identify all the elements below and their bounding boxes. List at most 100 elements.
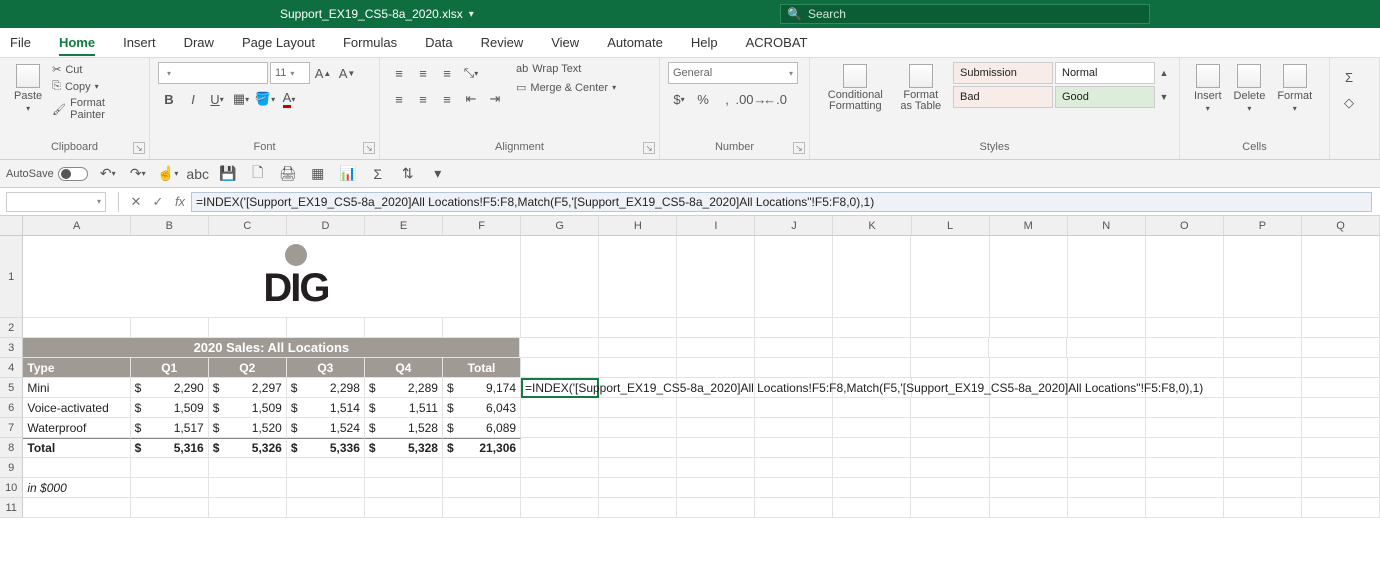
cell[interactable]: $1,514 [287, 398, 365, 418]
cell[interactable] [1302, 338, 1380, 358]
cell[interactable]: DIG [23, 236, 130, 318]
cell[interactable] [599, 438, 677, 458]
cell[interactable] [521, 498, 599, 518]
cell[interactable] [1146, 458, 1224, 478]
cell[interactable] [833, 236, 911, 318]
tab-insert[interactable]: Insert [123, 31, 156, 54]
cell[interactable] [990, 318, 1068, 338]
cell[interactable] [365, 458, 443, 478]
cell[interactable] [1302, 418, 1380, 438]
cell[interactable] [1302, 378, 1380, 398]
bold-icon[interactable]: B [158, 88, 180, 110]
spelling-icon[interactable]: abc [188, 164, 208, 184]
align-top-icon[interactable]: ≡ [388, 62, 410, 84]
worksheet-grid[interactable]: A B C D E F G H I J K L M N O P Q 1 DIG [0, 216, 1380, 563]
increase-indent-icon[interactable]: ⇥ [484, 88, 506, 110]
cell[interactable] [521, 478, 599, 498]
cell[interactable] [209, 498, 287, 518]
cell[interactable] [1146, 498, 1224, 518]
cell[interactable] [990, 458, 1068, 478]
cell[interactable] [365, 498, 443, 518]
cell[interactable] [131, 458, 209, 478]
cell[interactable]: $1,520 [209, 418, 287, 438]
cell[interactable] [911, 418, 989, 438]
cell[interactable] [23, 318, 130, 338]
row-header[interactable]: 2 [0, 318, 23, 338]
cell[interactable] [1302, 398, 1380, 418]
col-header[interactable]: E [365, 216, 443, 235]
row-header[interactable]: 4 [0, 358, 23, 378]
cell[interactable] [911, 338, 989, 358]
cell[interactable] [833, 458, 911, 478]
touch-mode-icon[interactable]: ☝▾ [158, 164, 178, 184]
cancel-icon[interactable]: ✕ [125, 194, 147, 210]
cell[interactable] [1068, 358, 1146, 378]
col-header[interactable]: Q [1302, 216, 1380, 235]
font-size-combo[interactable]: 11▾ [270, 62, 310, 84]
table-header[interactable]: Q4 [365, 358, 443, 378]
cell[interactable] [990, 236, 1068, 318]
cell[interactable] [287, 458, 365, 478]
cell[interactable]: $5,328 [365, 438, 443, 458]
align-bottom-icon[interactable]: ≡ [436, 62, 458, 84]
tab-file[interactable]: File [10, 31, 31, 54]
cell[interactable] [990, 398, 1068, 418]
cell[interactable] [1224, 498, 1302, 518]
chevron-down-icon[interactable]: ▾ [97, 197, 101, 206]
cell[interactable] [131, 478, 209, 498]
row-header[interactable]: 11 [0, 498, 23, 518]
cell[interactable] [755, 358, 833, 378]
cell[interactable]: $5,326 [209, 438, 287, 458]
format-as-table-button[interactable]: Format as Table [893, 62, 949, 114]
row-header[interactable]: 7 [0, 418, 23, 438]
fill-color-icon[interactable]: 🪣▾ [254, 88, 276, 110]
format-cells-button[interactable]: Format▾ [1271, 62, 1318, 115]
enter-icon[interactable]: ✓ [147, 194, 169, 210]
cell[interactable] [1302, 358, 1380, 378]
new-icon[interactable]: 🗋 [248, 164, 268, 184]
cell[interactable] [599, 236, 677, 318]
cell[interactable] [755, 498, 833, 518]
cell[interactable] [833, 358, 911, 378]
col-header[interactable]: K [833, 216, 911, 235]
col-header[interactable]: G [521, 216, 599, 235]
cell[interactable]: $1,524 [287, 418, 365, 438]
cell[interactable] [521, 438, 599, 458]
cell[interactable] [1146, 398, 1224, 418]
cell[interactable] [911, 398, 989, 418]
cell[interactable]: $1,517 [131, 418, 209, 438]
col-header[interactable]: N [1068, 216, 1146, 235]
cell[interactable] [1302, 478, 1380, 498]
search-input[interactable] [808, 7, 1143, 21]
print-icon[interactable]: 🖨 [278, 164, 298, 184]
cell[interactable] [365, 318, 443, 338]
cell[interactable] [521, 398, 599, 418]
cell[interactable] [443, 458, 521, 478]
table-row-label[interactable]: Waterproof [23, 418, 130, 438]
col-header[interactable]: C [209, 216, 287, 235]
styles-more-icon[interactable]: ▼ [1157, 86, 1171, 108]
merge-center-button[interactable]: ▭Merge & Center▾ [516, 80, 616, 95]
cell[interactable] [1224, 438, 1302, 458]
col-header[interactable]: I [677, 216, 755, 235]
cell[interactable] [677, 478, 755, 498]
cell-style-normal[interactable]: Normal [1055, 62, 1155, 84]
cell[interactable] [833, 478, 911, 498]
cell[interactable] [1068, 478, 1146, 498]
cell[interactable] [1302, 498, 1380, 518]
row-header[interactable]: 5 [0, 378, 23, 398]
table-header[interactable]: Q3 [287, 358, 365, 378]
tab-automate[interactable]: Automate [607, 31, 663, 54]
col-header[interactable]: O [1146, 216, 1224, 235]
redo-icon[interactable]: ↷▾ [128, 164, 148, 184]
table-note[interactable]: in $000 [23, 478, 130, 498]
copy-button[interactable]: ⎘Copy▾ [52, 79, 141, 94]
cell[interactable]: $5,336 [287, 438, 365, 458]
cell[interactable] [287, 498, 365, 518]
chevron-down-icon[interactable]: ▾ [469, 9, 474, 20]
font-color-icon[interactable]: A▾ [278, 88, 300, 110]
cell[interactable] [677, 458, 755, 478]
cell[interactable] [911, 478, 989, 498]
row-header[interactable]: 6 [0, 398, 23, 418]
col-header[interactable]: F [443, 216, 521, 235]
